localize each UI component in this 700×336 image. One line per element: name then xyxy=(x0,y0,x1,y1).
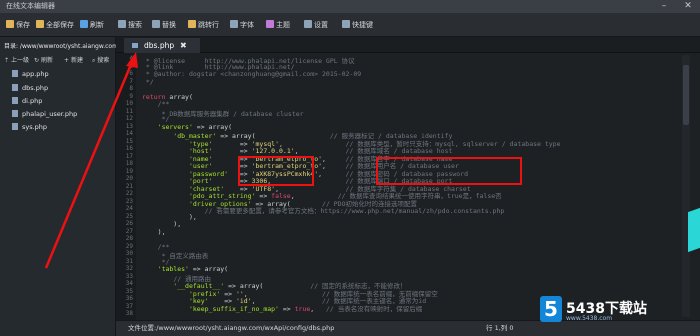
watermark-logo: 5 5438下载站 www.5438.com xyxy=(540,296,700,326)
file-path: 文件位置:/www/wwwroot/ysht.aiangw.com/wxApi/… xyxy=(128,324,335,332)
editor-window: 在线文本编辑器 – ✕ 保存 全部保存 刷新 搜索 替换 跳转行 字体 主题 设… xyxy=(0,0,700,336)
logo-url: www.5438.com xyxy=(566,315,613,322)
decorative-shape xyxy=(688,207,700,253)
cursor-position: 行 1,列 0 xyxy=(486,324,514,332)
annotation-arrow xyxy=(44,52,138,269)
logo-mark: 5 xyxy=(540,296,562,322)
